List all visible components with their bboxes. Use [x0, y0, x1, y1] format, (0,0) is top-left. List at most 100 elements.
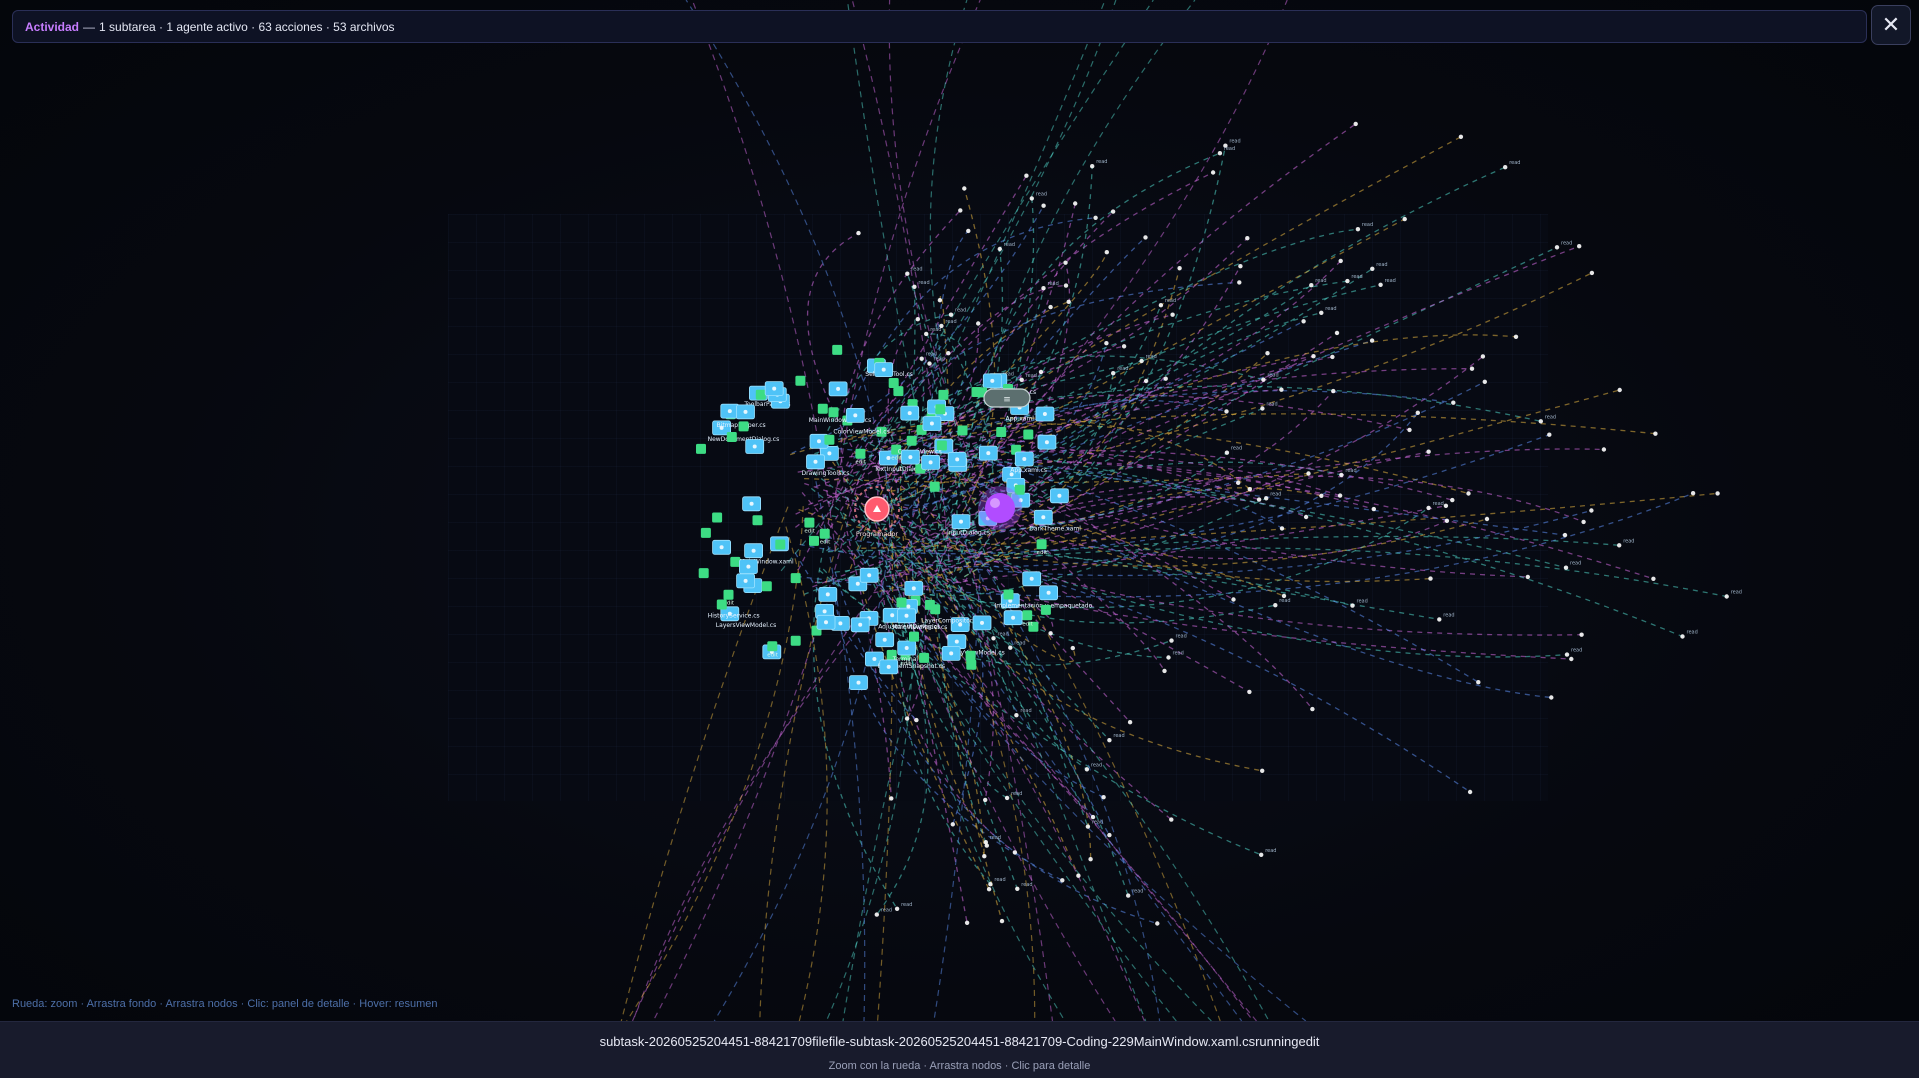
remote-node[interactable]: [1451, 400, 1456, 405]
remote-node[interactable]: [1503, 165, 1508, 170]
remote-node[interactable]: [1093, 215, 1098, 220]
remote-node[interactable]: [1525, 574, 1531, 580]
remote-node[interactable]: [1048, 304, 1053, 310]
remote-node[interactable]: [1260, 406, 1265, 411]
remote-node[interactable]: [1547, 432, 1552, 437]
remote-node[interactable]: [1443, 503, 1449, 508]
remote-node[interactable]: [1309, 283, 1314, 288]
remote-node[interactable]: [1378, 282, 1383, 287]
action-node[interactable]: [906, 435, 917, 446]
remote-node[interactable]: [1029, 196, 1035, 201]
remote-node[interactable]: [982, 854, 987, 859]
remote-node[interactable]: [991, 636, 996, 641]
remote-node[interactable]: [1260, 768, 1265, 773]
remote-node[interactable]: [1126, 893, 1131, 898]
remote-node[interactable]: [1467, 789, 1473, 795]
remote-node[interactable]: [894, 906, 900, 911]
remote-node[interactable]: [1331, 388, 1336, 394]
remote-node[interactable]: [1579, 632, 1584, 637]
remote-node[interactable]: [1063, 283, 1069, 288]
remote-node[interactable]: [1589, 270, 1595, 276]
remote-node[interactable]: [1279, 526, 1285, 531]
remote-node[interactable]: [1617, 543, 1622, 548]
remote-node[interactable]: [964, 920, 970, 925]
remote-node[interactable]: [1484, 516, 1490, 522]
remote-node[interactable]: [1121, 344, 1127, 349]
remote-node[interactable]: [1085, 824, 1091, 829]
remote-node[interactable]: [1259, 852, 1264, 857]
remote-node[interactable]: [1127, 720, 1133, 725]
remote-node[interactable]: [948, 312, 954, 317]
action-node[interactable]: [1023, 429, 1034, 440]
remote-node[interactable]: [1256, 497, 1262, 502]
remote-node[interactable]: [997, 246, 1002, 252]
remote-node[interactable]: [889, 796, 894, 801]
remote-node[interactable]: [1265, 351, 1270, 356]
remote-node[interactable]: [1350, 603, 1355, 608]
remote-node[interactable]: [1273, 603, 1278, 608]
remote-node[interactable]: [1041, 286, 1046, 291]
remote-node[interactable]: [1264, 496, 1269, 501]
remote-node[interactable]: [1060, 878, 1065, 883]
remote-node[interactable]: [988, 882, 993, 887]
remote-node[interactable]: [1407, 427, 1412, 433]
remote-node[interactable]: [1169, 638, 1174, 643]
remote-node[interactable]: [1163, 376, 1168, 381]
remote-node[interactable]: [1724, 594, 1729, 599]
remote-node[interactable]: [1415, 410, 1421, 415]
remote-node[interactable]: [1303, 514, 1309, 520]
remote-node[interactable]: [1563, 565, 1569, 570]
remote-node[interactable]: [919, 356, 924, 361]
action-node[interactable]: [716, 599, 727, 610]
remote-node[interactable]: [1070, 645, 1076, 651]
remote-node[interactable]: [1143, 235, 1148, 240]
remote-node[interactable]: [1589, 508, 1594, 513]
remote-node[interactable]: [1038, 369, 1044, 375]
remote-node[interactable]: [1538, 419, 1544, 424]
remote-node[interactable]: [1301, 319, 1306, 324]
action-node[interactable]: [790, 635, 801, 646]
remote-node[interactable]: [1334, 330, 1340, 336]
action-node[interactable]: [1040, 604, 1051, 615]
remote-node[interactable]: [1564, 652, 1570, 657]
remote-node[interactable]: [1371, 506, 1377, 512]
remote-node[interactable]: [1345, 278, 1350, 284]
remote-node[interactable]: [1651, 576, 1656, 581]
remote-node[interactable]: [1261, 377, 1266, 382]
remote-node[interactable]: [1166, 655, 1171, 660]
action-node[interactable]: [752, 515, 763, 526]
remote-node[interactable]: [984, 843, 989, 848]
remote-node[interactable]: [1048, 631, 1053, 636]
remote-node[interactable]: [1480, 354, 1486, 359]
remote-node[interactable]: [1217, 151, 1223, 156]
remote-node[interactable]: [1088, 857, 1093, 862]
subtask-node[interactable]: [985, 493, 1015, 523]
action-node[interactable]: [1003, 589, 1014, 600]
action-node[interactable]: [698, 568, 709, 579]
remote-node[interactable]: [1111, 371, 1116, 376]
action-node[interactable]: [696, 443, 706, 454]
remote-node[interactable]: [958, 208, 963, 213]
action-node[interactable]: [919, 652, 930, 663]
remote-node[interactable]: [1554, 245, 1560, 250]
activity-graph[interactable]: read read read read read read read read read read…: [0, 0, 1919, 1078]
action-node[interactable]: [1022, 610, 1033, 621]
remote-node[interactable]: [1024, 173, 1029, 178]
remote-node[interactable]: [905, 271, 910, 276]
remote-node[interactable]: [1104, 341, 1109, 346]
remote-node[interactable]: [1107, 832, 1112, 838]
remote-node[interactable]: [1139, 358, 1144, 364]
action-node[interactable]: [700, 527, 711, 538]
action-node[interactable]: [832, 344, 843, 355]
action-node[interactable]: [896, 597, 907, 608]
remote-node[interactable]: [1107, 738, 1112, 743]
action-node[interactable]: [755, 389, 766, 400]
remote-node[interactable]: [856, 230, 861, 236]
remote-node[interactable]: [1008, 645, 1013, 650]
action-node[interactable]: [809, 535, 819, 546]
remote-node[interactable]: [1369, 338, 1375, 343]
remote-node[interactable]: [1237, 280, 1242, 285]
remote-node[interactable]: [1562, 532, 1568, 538]
remote-node[interactable]: [946, 351, 951, 356]
remote-node[interactable]: [1311, 354, 1316, 359]
